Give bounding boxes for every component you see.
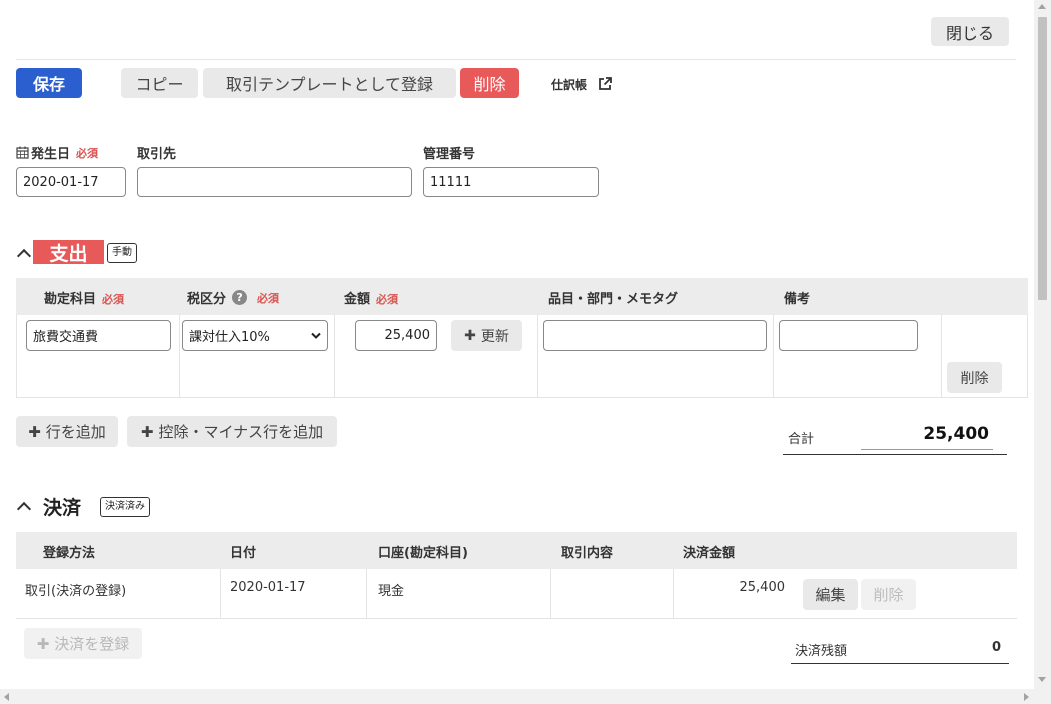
copy-button[interactable]: コピー <box>121 68 198 98</box>
amount-required-badge: 必須 <box>376 293 399 306</box>
scroll-right-arrow[interactable] <box>1024 693 1029 701</box>
add-minus-row-button[interactable]: ✚ 控除・マイナス行を追加 <box>127 416 337 447</box>
settlement-row-bottom-line <box>16 618 1017 619</box>
settlement-col-method: 登録方法 <box>43 546 96 561</box>
scroll-up-arrow[interactable] <box>1038 4 1046 9</box>
expense-grid-line <box>16 315 17 398</box>
plus-icon: ✚ <box>464 327 476 344</box>
settlement-title: 決済 <box>43 497 82 519</box>
settlement-edit-button[interactable]: 編集 <box>803 579 858 610</box>
date-required-badge: 必須 <box>76 146 99 160</box>
expense-manual-badge: 手動 <box>107 243 137 263</box>
expense-grid-line <box>773 315 774 398</box>
tax-select-value: 課対仕入10% <box>189 330 270 345</box>
update-button-label: 更新 <box>480 328 509 345</box>
expense-col-tax: 税区分 ? 必須 <box>187 288 279 307</box>
add-row-button[interactable]: ✚ 行を追加 <box>16 416 118 447</box>
total-bottom-line <box>783 454 1007 455</box>
expense-grid-line <box>334 315 335 398</box>
plus-icon: ✚ <box>28 422 41 441</box>
partner-field-label: 取引先 <box>137 147 177 162</box>
settlement-grid-line <box>673 569 674 618</box>
settlement-col-content: 取引内容 <box>561 546 614 561</box>
settlement-col-account: 口座(勘定科目) <box>378 546 468 561</box>
add-row-label: 行を追加 <box>45 423 106 441</box>
toolbar-divider <box>16 59 1016 60</box>
partner-input[interactable] <box>137 167 412 197</box>
settlement-row-amount: 25,400 <box>739 580 786 595</box>
settlement-collapse-icon[interactable] <box>16 501 32 517</box>
expense-col-amount-text: 金額 <box>344 292 371 307</box>
tax-select[interactable]: 課対仕入10% <box>182 320 328 351</box>
chevron-down-icon <box>311 332 321 339</box>
expense-col-note: 備考 <box>784 292 811 307</box>
scroll-left-arrow[interactable] <box>4 693 9 701</box>
mgmt-number-input[interactable] <box>423 167 599 197</box>
settlement-grid-line <box>550 569 551 618</box>
settlement-row-date: 2020-01-17 <box>230 580 306 595</box>
expense-col-tax-text: 税区分 <box>187 292 227 307</box>
account-input[interactable] <box>26 320 171 351</box>
scroll-down-arrow[interactable] <box>1038 677 1046 682</box>
expense-row-bottom-line <box>16 397 1028 398</box>
update-button[interactable]: ✚ 更新 <box>451 320 522 351</box>
date-input[interactable] <box>16 167 126 197</box>
expense-title: 支出 <box>33 240 104 265</box>
balance-bottom-line <box>791 663 1009 664</box>
total-value: 25,400 <box>923 424 989 444</box>
expense-grid-line <box>179 315 180 398</box>
date-field-label: 発生日 必須 <box>16 143 98 162</box>
calendar-icon <box>16 146 29 159</box>
mgmt-field-label: 管理番号 <box>423 147 476 162</box>
expense-grid-line <box>537 315 538 398</box>
plus-icon: ✚ <box>140 422 154 441</box>
balance-label: 決済残額 <box>795 644 848 659</box>
expense-col-items: 品目・部門・メモタグ <box>548 292 679 307</box>
settlement-col-amount: 決済金額 <box>683 546 736 561</box>
tax-required-badge: 必須 <box>257 291 280 305</box>
register-settlement-label: 決済を登録 <box>54 635 130 653</box>
external-link-icon <box>599 77 612 90</box>
settlement-col-date: 日付 <box>230 546 257 561</box>
row-delete-button[interactable]: 削除 <box>947 362 1002 393</box>
expense-col-account-text: 勘定科目 <box>44 292 97 307</box>
add-minus-row-label: 控除・マイナス行を追加 <box>158 423 324 441</box>
vertical-scrollbar[interactable] <box>1034 0 1051 704</box>
account-required-badge: 必須 <box>102 293 125 306</box>
date-label-text: 発生日 <box>31 147 71 162</box>
settlement-delete-button[interactable]: 削除 <box>861 579 916 610</box>
horizontal-scrollbar[interactable] <box>0 689 1034 704</box>
scrollbar-thumb[interactable] <box>1038 17 1047 300</box>
balance-value: 0 <box>991 640 1001 655</box>
register-settlement-button[interactable]: ✚ 決済を登録 <box>24 628 142 659</box>
plus-icon: ✚ <box>36 634 50 653</box>
close-button[interactable]: 閉じる <box>931 17 1009 46</box>
help-icon[interactable]: ? <box>232 290 248 305</box>
expense-grid-line <box>1027 315 1028 398</box>
save-button[interactable]: 保存 <box>16 68 82 98</box>
delete-button[interactable]: 削除 <box>460 68 519 98</box>
expense-table-header <box>16 278 1028 315</box>
settlement-grid-line <box>220 569 221 618</box>
register-template-button[interactable]: 取引テンプレートとして登録 <box>203 68 456 98</box>
settlement-row-method: 取引(決済の登録) <box>25 584 127 599</box>
note-input[interactable] <box>779 320 918 351</box>
expense-collapse-icon[interactable] <box>16 248 32 264</box>
items-input[interactable] <box>543 320 767 351</box>
total-label: 合計 <box>788 432 815 447</box>
settlement-row-account: 現金 <box>378 584 405 599</box>
settlement-table-header <box>16 532 1017 569</box>
settlement-grid-line <box>366 569 367 618</box>
journal-link[interactable]: 仕訳帳 <box>551 75 613 93</box>
settlement-status-badge: 決済済み <box>100 497 150 517</box>
expense-grid-line <box>941 315 942 398</box>
expense-col-account: 勘定科目 必須 <box>44 288 124 307</box>
total-underline <box>861 449 993 450</box>
amount-input[interactable] <box>355 320 437 351</box>
journal-link-label: 仕訳帳 <box>551 77 588 92</box>
expense-col-amount: 金額 必須 <box>344 288 398 307</box>
